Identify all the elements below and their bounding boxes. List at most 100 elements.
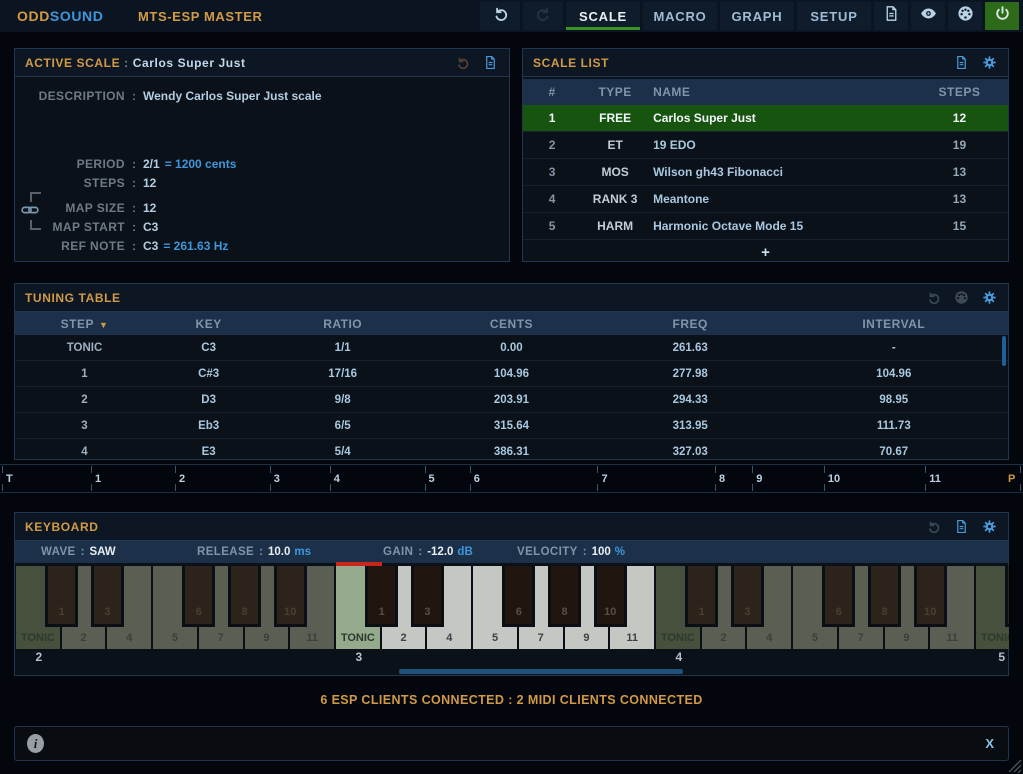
ruler-tick bbox=[597, 484, 598, 491]
tuning-table-row[interactable]: 2D39/8203.91294.3398.95 bbox=[15, 387, 1008, 413]
scale-num: 2 bbox=[523, 138, 581, 152]
field-extra-value: = 1200 cents bbox=[165, 157, 237, 171]
cell-step: 4 bbox=[15, 446, 154, 458]
field-colon: : bbox=[125, 157, 143, 171]
field-ref-note[interactable]: REF NOTE:C3= 261.63 Hz bbox=[15, 236, 509, 255]
tab-setup[interactable]: SETUP bbox=[797, 2, 871, 30]
active-scale-name: Carlos Super Just bbox=[133, 56, 246, 70]
field-description[interactable]: DESCRIPTION:Wendy Carlos Super Just scal… bbox=[15, 86, 509, 105]
tuning-table-row[interactable]: 3Eb36/5315.64313.95111.73 bbox=[15, 413, 1008, 439]
black-key-6[interactable]: 6 bbox=[502, 566, 535, 627]
black-key-3[interactable]: 3 bbox=[731, 566, 764, 627]
file-button[interactable] bbox=[950, 519, 972, 534]
close-message-button[interactable]: X bbox=[985, 736, 994, 751]
black-key-3[interactable]: 3 bbox=[91, 566, 124, 627]
ruler-label-1: 1 bbox=[95, 473, 101, 485]
info-icon[interactable]: i bbox=[27, 734, 44, 753]
client-status-text: 6 ESP CLIENTS CONNECTED : 2 MIDI CLIENTS… bbox=[0, 693, 1023, 707]
scale-list-title: SCALE LIST bbox=[533, 56, 609, 70]
link-bracket-bottom bbox=[30, 220, 41, 230]
gear-icon[interactable] bbox=[978, 519, 1000, 534]
scale-degree-ruler[interactable]: T1234567891011P bbox=[0, 464, 1023, 493]
cell-freq: 294.33 bbox=[601, 394, 780, 406]
add-scale-button[interactable]: + bbox=[523, 240, 1008, 264]
white-key-tonic[interactable]: TONIC bbox=[976, 566, 1009, 649]
black-key-6[interactable]: 6 bbox=[182, 566, 215, 627]
redo-button[interactable] bbox=[523, 2, 563, 30]
cell-key: C#3 bbox=[154, 368, 263, 380]
tuning-table-row[interactable]: 4E35/4386.31327.0370.67 bbox=[15, 439, 1008, 465]
setting-gain[interactable]: GAIN:-12.0dB bbox=[383, 541, 473, 563]
scale-list-row[interactable]: 1FREECarlos Super Just12 bbox=[523, 105, 1008, 132]
tuning-table-row[interactable]: 1C#317/16104.96277.98104.96 bbox=[15, 361, 1008, 387]
setting-wave[interactable]: WAVE:SAW bbox=[41, 541, 116, 563]
octave-3: TONIC2457911136810 bbox=[336, 566, 656, 649]
black-key-6[interactable]: 6 bbox=[822, 566, 855, 627]
field-map-start[interactable]: MAP START:C3 bbox=[15, 217, 509, 236]
ruler-label-5: 5 bbox=[429, 473, 435, 485]
field-map-size[interactable]: MAP SIZE:12 bbox=[15, 198, 509, 217]
key-label: 7 bbox=[519, 632, 563, 644]
octave-keys: TONIC2457911136810 bbox=[976, 566, 1009, 649]
scale-list-row[interactable]: 5HARMHarmonic Octave Mode 1515 bbox=[523, 213, 1008, 240]
gear-icon[interactable] bbox=[978, 290, 1000, 305]
setting-label: RELEASE bbox=[197, 546, 254, 558]
midi-din-icon[interactable] bbox=[950, 290, 972, 305]
black-key-8[interactable]: 8 bbox=[228, 566, 261, 627]
undo-button[interactable] bbox=[480, 2, 520, 30]
setting-release[interactable]: RELEASE:10.0ms bbox=[197, 541, 311, 563]
keyboard-scrollbar[interactable] bbox=[399, 669, 683, 674]
black-key-10[interactable]: 10 bbox=[274, 566, 307, 627]
cell-step: TONIC bbox=[15, 342, 154, 354]
setting-colon: : bbox=[583, 546, 587, 558]
cell-ratio: 9/8 bbox=[263, 394, 422, 406]
tuning-table-row[interactable]: TONICC31/10.00261.63- bbox=[15, 335, 1008, 361]
reset-button[interactable] bbox=[922, 290, 944, 305]
black-key-1[interactable]: 1 bbox=[685, 566, 718, 627]
tab-scale[interactable]: SCALE bbox=[566, 2, 640, 30]
scale-list-rows: 1FREECarlos Super Just122ET19 EDO193MOSW… bbox=[523, 105, 1008, 240]
tuning-table-scrollbar[interactable] bbox=[1002, 336, 1006, 366]
octave-4: TONIC2457911136810 bbox=[656, 566, 976, 649]
reset-button[interactable] bbox=[451, 55, 473, 70]
scale-list-header: SCALE LIST bbox=[523, 49, 1008, 77]
scale-list-row[interactable]: 2ET19 EDO19 bbox=[523, 132, 1008, 159]
tuning-table-header: TUNING TABLE bbox=[15, 284, 1008, 312]
field-steps[interactable]: STEPS:12 bbox=[15, 173, 509, 192]
gear-icon[interactable] bbox=[978, 55, 1000, 70]
scale-list-row[interactable]: 3MOSWilson gh43 Fibonacci13 bbox=[523, 159, 1008, 186]
scale-steps: 15 bbox=[911, 219, 1008, 233]
field-period[interactable]: PERIOD:2/1= 1200 cents bbox=[15, 154, 509, 173]
setting-velocity[interactable]: VELOCITY:100% bbox=[517, 541, 625, 563]
resize-grip[interactable] bbox=[1002, 753, 1022, 773]
key-label: 11 bbox=[930, 632, 974, 644]
black-key-8[interactable]: 8 bbox=[868, 566, 901, 627]
setting-value: 10.0 bbox=[268, 546, 290, 558]
column-header-step[interactable]: STEP▼ bbox=[15, 317, 154, 331]
black-key-8[interactable]: 8 bbox=[548, 566, 581, 627]
black-key-3[interactable]: 3 bbox=[411, 566, 444, 627]
reset-button[interactable] bbox=[922, 519, 944, 534]
black-key-1[interactable]: 1 bbox=[1005, 566, 1009, 627]
tuning-table-column-headers: STEP▼KEYRATIOCENTSFREQINTERVAL bbox=[15, 312, 1008, 335]
file-button[interactable] bbox=[950, 55, 972, 70]
ruler-label-11: 11 bbox=[929, 473, 941, 485]
black-key-1[interactable]: 1 bbox=[45, 566, 78, 627]
setting-colon: : bbox=[259, 546, 263, 558]
key-label: 5 bbox=[153, 632, 197, 644]
file-button[interactable] bbox=[874, 2, 908, 30]
octave-number-strip: 2345 bbox=[16, 649, 1009, 665]
black-key-10[interactable]: 10 bbox=[594, 566, 627, 627]
visibility-button[interactable] bbox=[911, 2, 945, 30]
tab-graph[interactable]: GRAPH bbox=[720, 2, 794, 30]
map-ref-link[interactable] bbox=[21, 190, 47, 232]
midi-button[interactable] bbox=[948, 2, 982, 30]
black-key-1[interactable]: 1 bbox=[365, 566, 398, 627]
black-key-10[interactable]: 10 bbox=[914, 566, 947, 627]
scale-list-row[interactable]: 4RANK 3Meantone13 bbox=[523, 186, 1008, 213]
key-label: 10 bbox=[917, 606, 944, 618]
power-button[interactable] bbox=[985, 2, 1019, 30]
ruler-tick bbox=[91, 466, 92, 473]
tab-macro[interactable]: MACRO bbox=[643, 2, 717, 30]
file-button[interactable] bbox=[479, 55, 501, 70]
